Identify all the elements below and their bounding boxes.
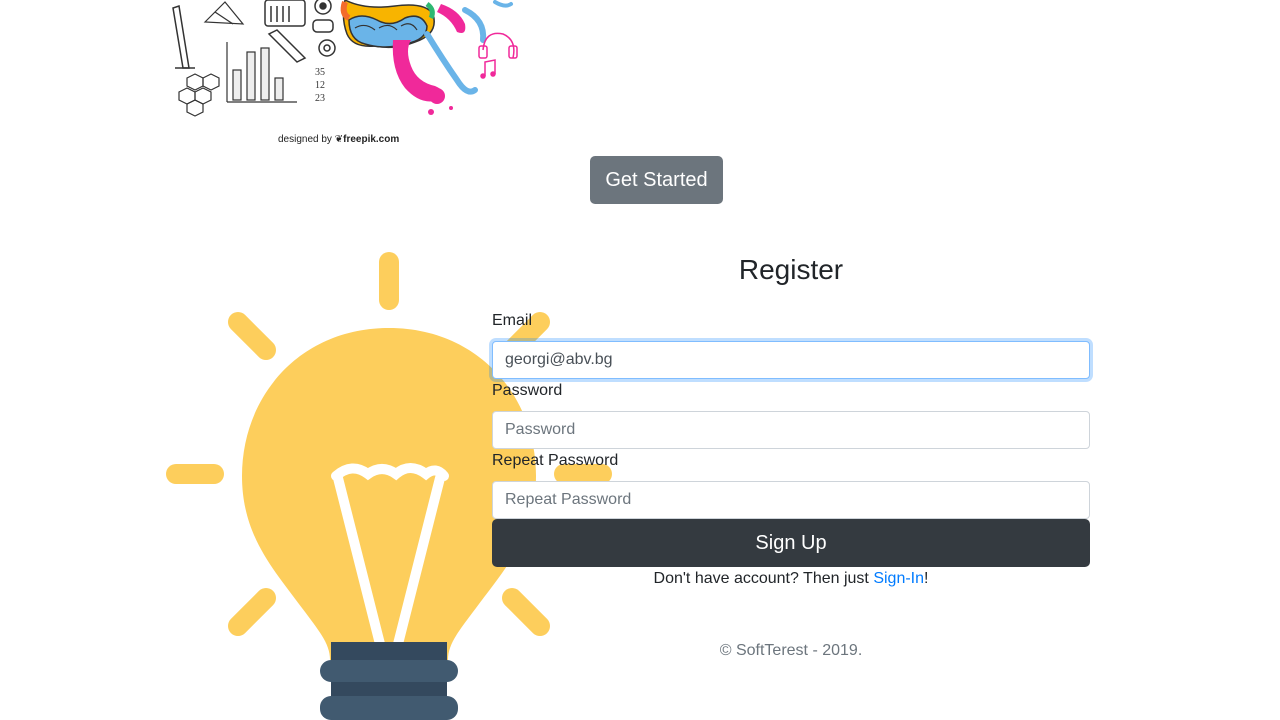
password-field[interactable] bbox=[492, 411, 1090, 449]
numbers-doodle: 35 12 23 bbox=[315, 67, 325, 104]
register-title: Register bbox=[738, 254, 844, 285]
hero-illustration: 35 12 23 bbox=[172, 0, 518, 117]
sign-in-prompt-text: Don't have account? Then just bbox=[653, 570, 874, 587]
repeat-password-label: Repeat Password bbox=[492, 452, 619, 469]
svg-text:23: 23 bbox=[315, 93, 325, 104]
email-label: Email bbox=[492, 312, 533, 329]
footer-copyright: © SoftTerest - 2019. bbox=[719, 642, 863, 659]
email-field[interactable] bbox=[492, 341, 1090, 379]
svg-text:12: 12 bbox=[315, 80, 325, 91]
brain-doodle bbox=[340, 0, 435, 49]
gadget-doodle bbox=[264, 0, 336, 63]
blue-swirl-doodle bbox=[424, 0, 513, 95]
sign-in-link[interactable]: Sign-In bbox=[873, 570, 924, 587]
freepik-credit: designed by ❦freepik.com bbox=[278, 134, 399, 145]
freepik-brand: freepik.com bbox=[343, 134, 400, 145]
svg-text:35: 35 bbox=[315, 67, 325, 78]
molecule-doodle bbox=[178, 73, 220, 117]
sign-in-prompt-suffix: ! bbox=[924, 570, 929, 587]
triangle-doodle bbox=[203, 1, 245, 25]
sign-up-button[interactable]: Sign Up bbox=[492, 519, 1090, 567]
test-tube-doodle bbox=[172, 5, 195, 69]
bulb-base bbox=[320, 642, 458, 720]
password-label: Password bbox=[492, 382, 563, 399]
freepik-credit-prefix: designed by bbox=[278, 134, 332, 145]
get-started-button[interactable]: Get Started bbox=[590, 156, 723, 204]
sign-in-prompt: Don't have account? Then just Sign-In! bbox=[492, 570, 1090, 588]
freepik-logo-icon: ❦ bbox=[334, 134, 344, 145]
repeat-password-field[interactable] bbox=[492, 481, 1090, 519]
